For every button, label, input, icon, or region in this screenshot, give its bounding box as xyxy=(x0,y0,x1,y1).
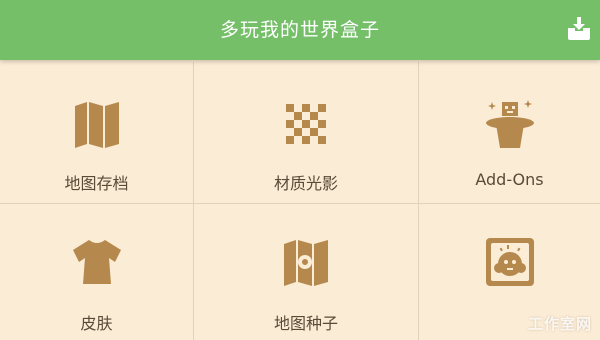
tile-add-ons[interactable]: Add-Ons xyxy=(419,62,600,204)
folded-map-icon xyxy=(69,96,125,152)
tile-label: 地图种子 xyxy=(273,314,338,333)
tile-textures-shaders[interactable]: 材质光影 xyxy=(194,62,419,204)
tile-label: 皮肤 xyxy=(80,314,113,333)
watermark: 工作室网 xyxy=(527,315,592,333)
magic-hat-icon xyxy=(482,96,538,152)
checkerboard-icon xyxy=(278,96,334,152)
feature-grid: 地图存档 材质光影 Add-Ons 皮肤 地图种子 xyxy=(0,62,600,340)
top-app-bar: 多玩我的世界盒子 xyxy=(0,0,600,60)
map-seed-icon xyxy=(278,234,334,290)
app-title: 多玩我的世界盒子 xyxy=(219,19,380,41)
download-button[interactable] xyxy=(564,14,594,44)
tile-label: 材质光影 xyxy=(273,174,338,193)
tile-map-archive[interactable]: 地图存档 xyxy=(0,62,194,204)
download-tray-icon xyxy=(568,17,590,40)
app-root: 多玩我的世界盒子 地图存档 材质光影 Add-Ons 皮肤 地图种子 工作室网 xyxy=(0,0,600,340)
tile-map-seeds[interactable]: 地图种子 xyxy=(194,204,419,340)
tile-skins[interactable]: 皮肤 xyxy=(0,204,194,340)
tile-label: 地图存档 xyxy=(64,174,129,193)
creature-frame-icon xyxy=(482,234,538,290)
tile-label: Add-Ons xyxy=(475,170,544,189)
shirt-icon xyxy=(69,234,125,290)
